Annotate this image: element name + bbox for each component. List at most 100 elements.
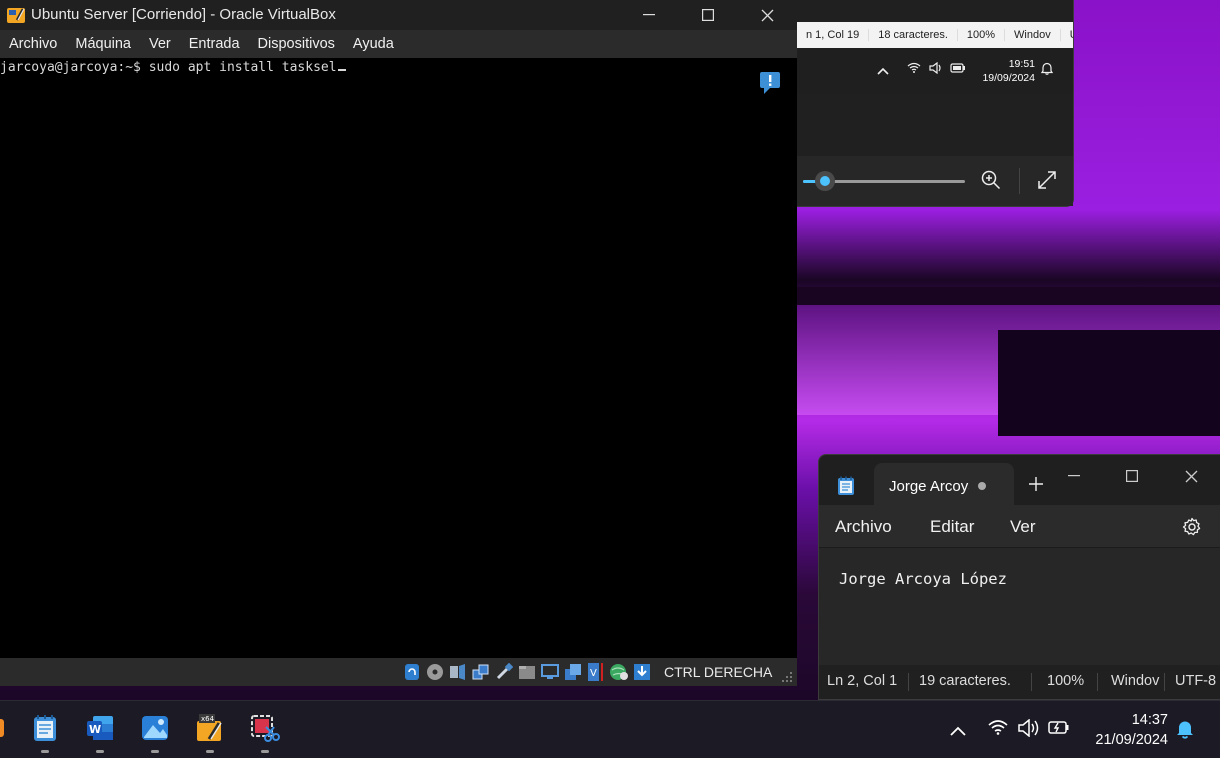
battery-icon[interactable] (1048, 719, 1070, 740)
window-title: Ubuntu Server [Corriendo] - Oracle Virtu… (31, 6, 336, 23)
zoom-in-icon[interactable] (981, 170, 1001, 195)
menu-ver[interactable]: Ver (1010, 517, 1036, 537)
bg-clock-time: 19:51 (1008, 58, 1035, 70)
divider (1097, 673, 1098, 691)
chevron-up-icon[interactable] (950, 723, 966, 741)
optical-disk-icon[interactable] (425, 662, 445, 682)
running-indicator (151, 750, 159, 753)
shared-folder-icon[interactable] (517, 662, 537, 682)
terminal-line: jarcoya@jarcoya:~$ sudo apt install task… (0, 60, 346, 75)
close-button[interactable] (1162, 461, 1220, 491)
vm-console[interactable]: jarcoya@jarcoya:~$ sudo apt install task… (0, 58, 797, 658)
status-encoding[interactable]: UTF-8 (1175, 673, 1216, 689)
notepad-status-bar: Ln 2, Col 1 19 caracteres. 100% Windov U… (819, 665, 1220, 699)
vm-icon[interactable]: V (586, 662, 606, 682)
title-bar[interactable]: Ubuntu Server [Corriendo] - Oracle Virtu… (0, 0, 797, 30)
audio-icon[interactable] (448, 662, 468, 682)
menu-editar[interactable]: Editar (930, 517, 974, 537)
zoom-toolbar (797, 156, 1073, 206)
background-tray-screenshot: 19:51 19/09/2024 (797, 48, 1073, 94)
bg-status-zoom: 100% (958, 29, 1006, 41)
text-cursor (337, 69, 346, 71)
notification-icon[interactable] (758, 70, 782, 101)
background-window-body (797, 94, 1073, 156)
minimize-button[interactable] (1045, 461, 1103, 491)
recording-icon[interactable] (563, 662, 583, 682)
menu-bar: Archivo Máquina Ver Entrada Dispositivos… (0, 30, 797, 58)
notepad-tab-bar[interactable]: Jorge Arcoya (819, 455, 1220, 505)
notepad-tab[interactable]: Jorge Arcoya (874, 463, 1014, 505)
globe-icon[interactable] (609, 662, 629, 682)
photos-app-icon[interactable] (140, 713, 170, 743)
zoom-slider-thumb[interactable] (815, 171, 835, 191)
running-indicator (96, 750, 104, 753)
wifi-icon (907, 62, 921, 76)
maximize-button[interactable] (1103, 461, 1161, 491)
divider (1031, 673, 1032, 691)
download-icon[interactable] (632, 662, 652, 682)
partial-app-icon[interactable] (0, 713, 10, 743)
mouse-integration-icon[interactable] (402, 662, 422, 682)
notepad-app-icon[interactable] (30, 713, 60, 743)
wallpaper-band (998, 330, 1220, 436)
minimize-button[interactable] (620, 0, 678, 30)
svg-text:x64: x64 (201, 715, 215, 723)
new-tab-button[interactable] (1029, 475, 1043, 495)
status-icons: V (402, 662, 652, 682)
virtualbox-icon (6, 5, 26, 25)
menu-ayuda[interactable]: Ayuda (344, 36, 403, 52)
status-bar: V CTRL DERECHA (0, 658, 797, 686)
wallpaper-band (797, 287, 1220, 305)
virtualbox-window[interactable]: Ubuntu Server [Corriendo] - Oracle Virtu… (0, 0, 797, 686)
menu-maquina[interactable]: Máquina (66, 36, 140, 52)
display-icon[interactable] (540, 662, 560, 682)
status-zoom[interactable]: 100% (1047, 673, 1084, 689)
battery-icon (950, 62, 966, 76)
running-indicator (41, 750, 49, 753)
menu-dispositivos[interactable]: Dispositivos (249, 36, 344, 52)
status-char-count: 19 caracteres. (919, 673, 1011, 689)
bg-status-line-ending: Windov (1005, 29, 1061, 41)
divider (908, 673, 909, 691)
menu-ver[interactable]: Ver (140, 36, 180, 52)
notepad-window[interactable]: Jorge Arcoya Archivo Editar Ver Jorge Ar… (818, 454, 1220, 700)
divider (1019, 168, 1020, 194)
bell-icon[interactable] (1176, 719, 1194, 744)
bell-icon (1040, 62, 1054, 78)
svg-text:V: V (590, 668, 597, 679)
snipping-tool-app-icon[interactable] (250, 713, 280, 743)
wifi-icon[interactable] (988, 719, 1008, 740)
bg-clock-date: 19/09/2024 (982, 72, 1035, 84)
volume-icon (929, 61, 943, 77)
unsaved-indicator-icon[interactable] (978, 482, 986, 490)
network-icon[interactable] (471, 662, 491, 682)
menu-archivo[interactable]: Archivo (0, 36, 66, 52)
virtualbox-app-icon[interactable]: x64 (195, 713, 225, 743)
usb-icon[interactable] (494, 662, 514, 682)
status-line-ending[interactable]: Windov (1111, 673, 1161, 689)
host-key-label[interactable]: CTRL DERECHA (664, 664, 772, 680)
close-button[interactable] (738, 0, 796, 30)
background-window[interactable]: n 1, Col 19 18 caracteres. 100% Windov U… (797, 0, 1074, 207)
notepad-editor[interactable]: Jorge Arcoya López (819, 547, 1220, 666)
status-position: Ln 2, Col 1 (827, 673, 898, 689)
clock-date: 21/09/2024 (1095, 732, 1168, 748)
running-indicator (206, 750, 214, 753)
settings-gear-icon[interactable] (1182, 517, 1202, 542)
svg-text:W: W (89, 723, 101, 736)
clock-time: 14:37 (1131, 712, 1168, 728)
word-app-icon[interactable]: W (85, 713, 115, 743)
taskbar-clock[interactable]: 14:37 21/09/2024 (1086, 710, 1168, 750)
divider (1164, 673, 1165, 691)
resize-grip-icon[interactable] (780, 670, 794, 684)
fullscreen-icon[interactable] (1037, 170, 1057, 195)
maximize-button[interactable] (679, 0, 737, 30)
editor-content[interactable]: Jorge Arcoya López (839, 570, 1007, 588)
bg-status-encoding: UTF-8 (1061, 29, 1073, 41)
menu-entrada[interactable]: Entrada (180, 36, 249, 52)
bg-status-chars: 18 caracteres. (869, 29, 958, 41)
volume-icon[interactable] (1018, 718, 1040, 742)
bg-status-position: n 1, Col 19 (797, 29, 870, 41)
menu-archivo[interactable]: Archivo (835, 517, 892, 537)
chevron-up-icon (877, 62, 889, 78)
